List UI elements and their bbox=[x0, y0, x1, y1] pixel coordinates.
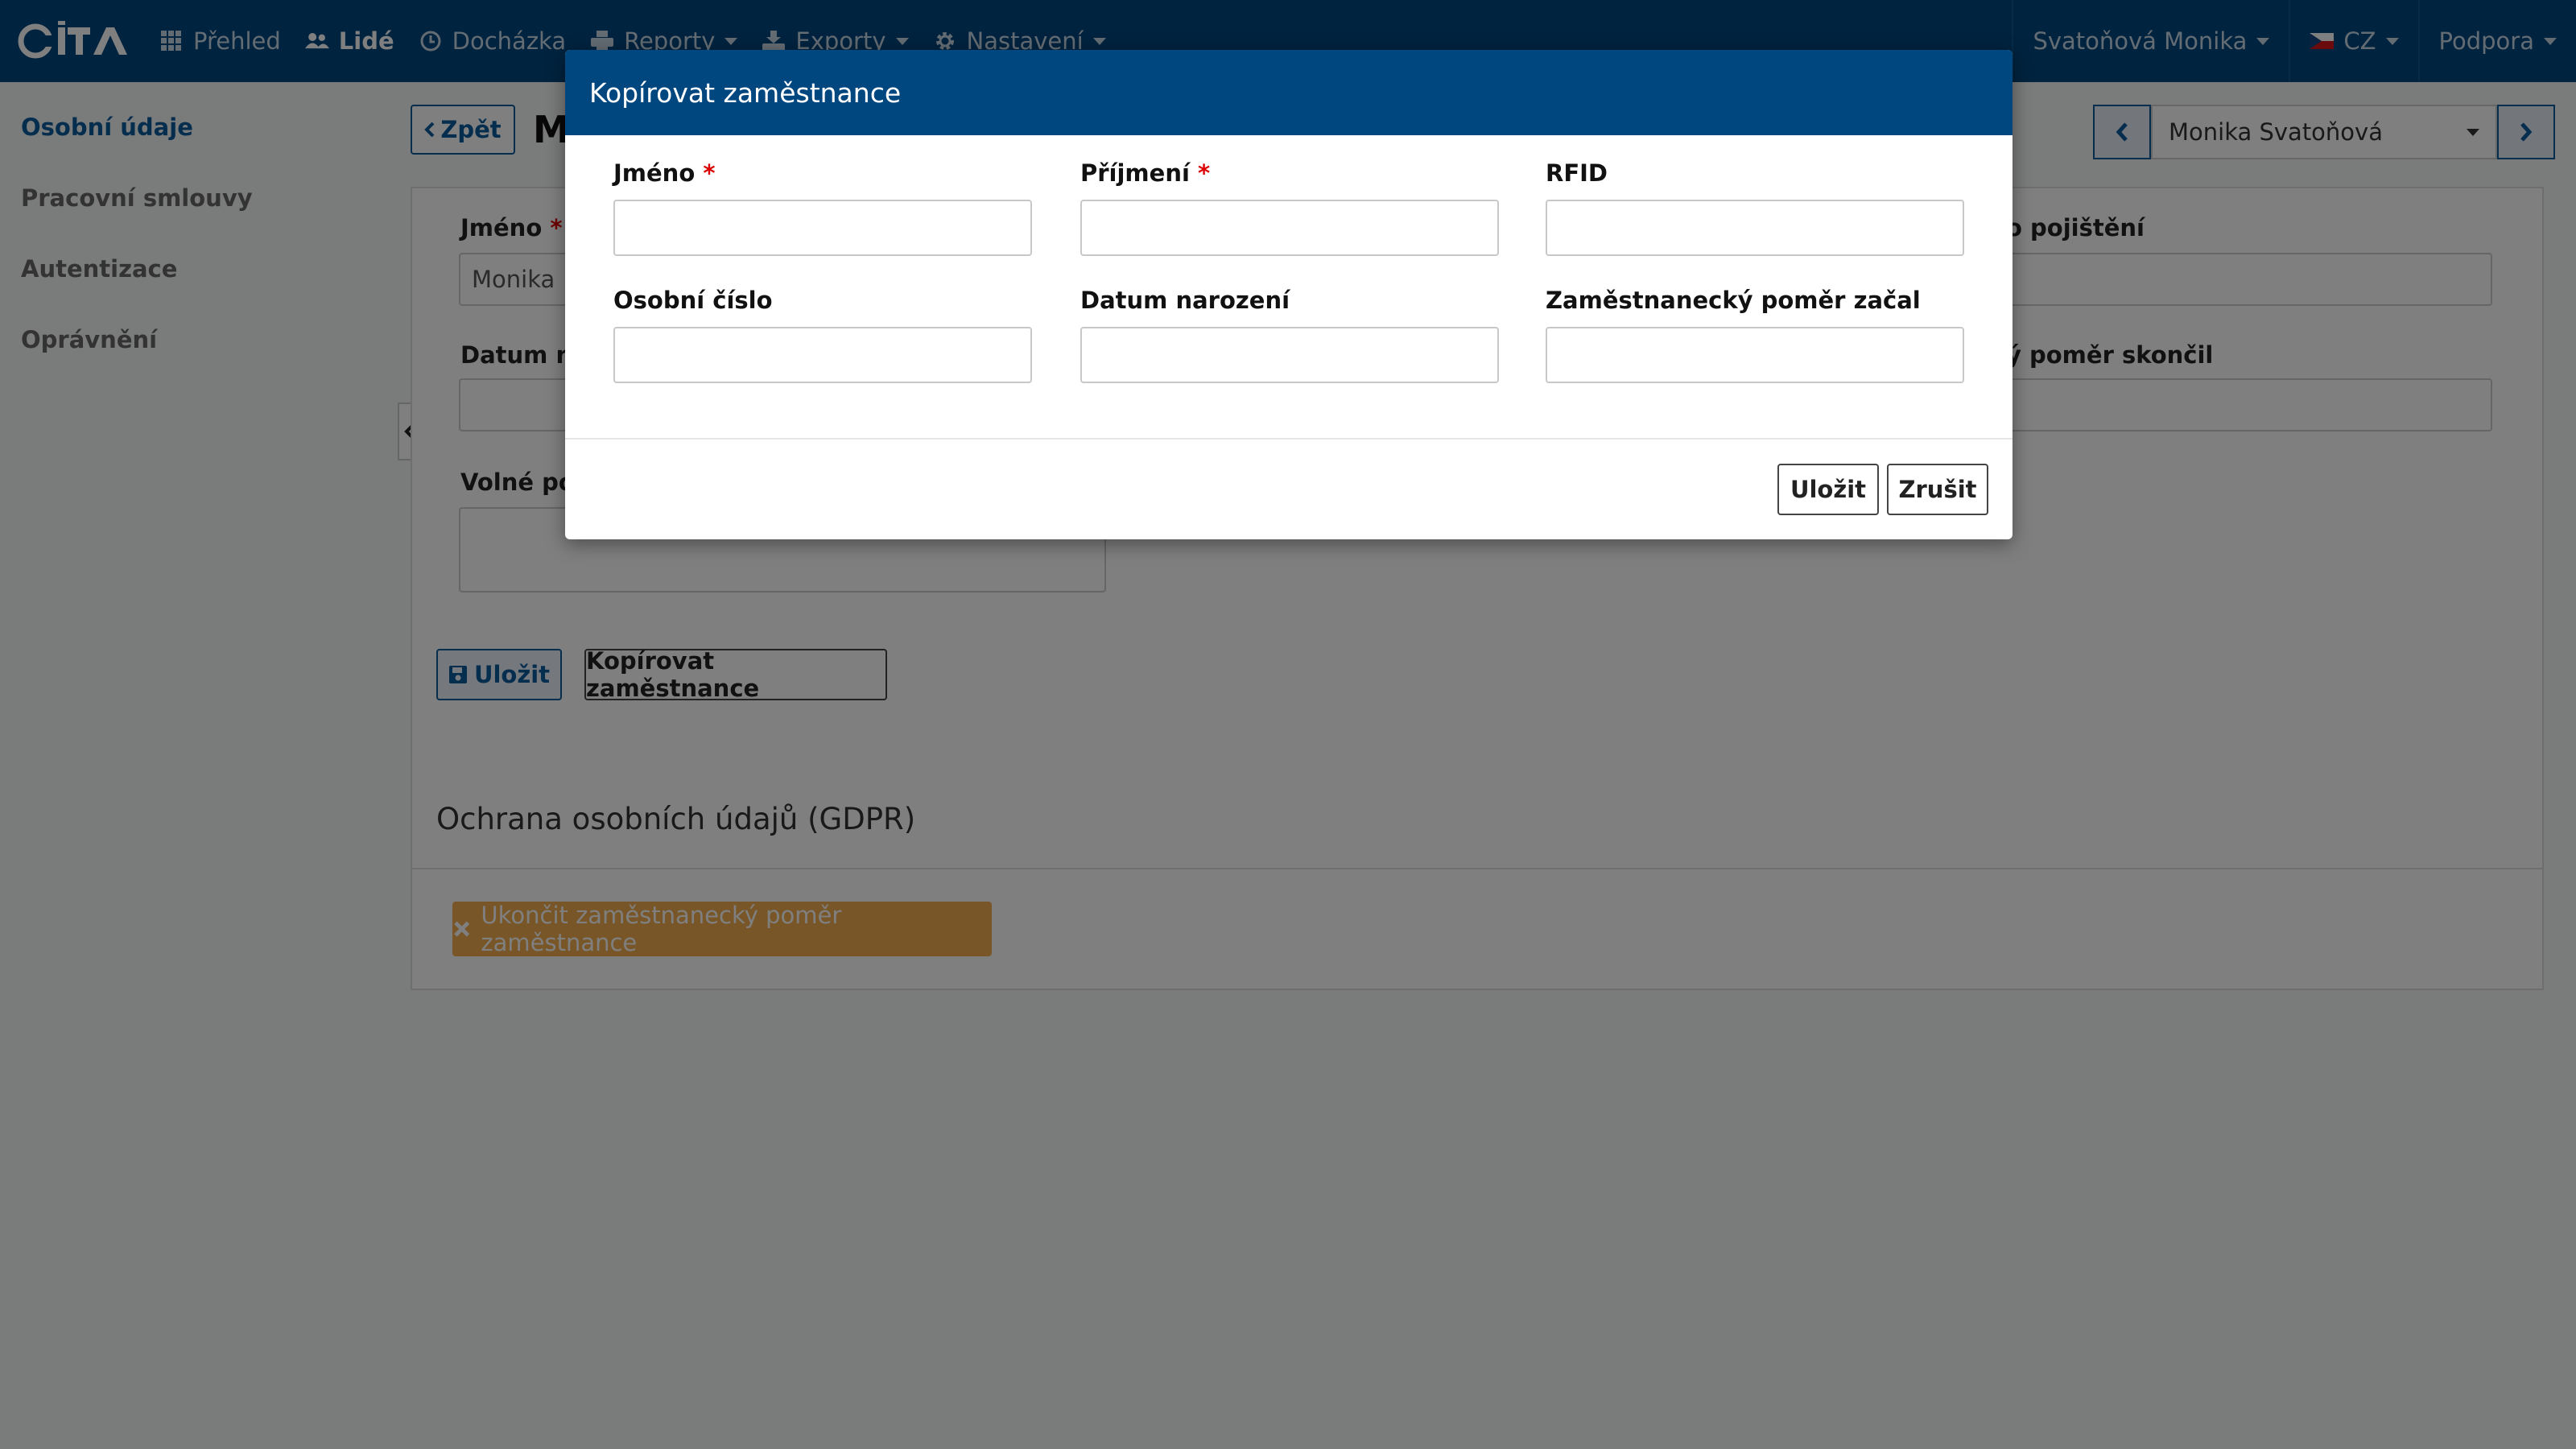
employment-start-input[interactable] bbox=[1546, 327, 1964, 383]
personal-number-label: Osobní číslo bbox=[613, 287, 773, 314]
rfid-label: RFID bbox=[1546, 159, 1608, 187]
birth-date-label: Datum narození bbox=[1080, 287, 1290, 314]
modal-cancel-button[interactable]: Zrušit bbox=[1887, 464, 1988, 515]
modal-header: Kopírovat zaměstnance bbox=[565, 50, 2013, 135]
birth-date-input[interactable] bbox=[1080, 327, 1499, 383]
personal-number-input[interactable] bbox=[613, 327, 1032, 383]
first-name-label: Jméno * bbox=[613, 159, 716, 187]
last-name-input[interactable] bbox=[1080, 200, 1499, 256]
employment-start-label: Zaměstnanecký poměr začal bbox=[1546, 287, 1921, 314]
copy-employee-modal: Kopírovat zaměstnance Jméno * Příjmení *… bbox=[565, 50, 2013, 539]
modal-footer-divider bbox=[565, 438, 2013, 440]
last-name-label: Příjmení * bbox=[1080, 159, 1211, 187]
rfid-input[interactable] bbox=[1546, 200, 1964, 256]
modal-title: Kopírovat zaměstnance bbox=[589, 76, 902, 109]
first-name-input[interactable] bbox=[613, 200, 1032, 256]
modal-save-button[interactable]: Uložit bbox=[1777, 464, 1879, 515]
